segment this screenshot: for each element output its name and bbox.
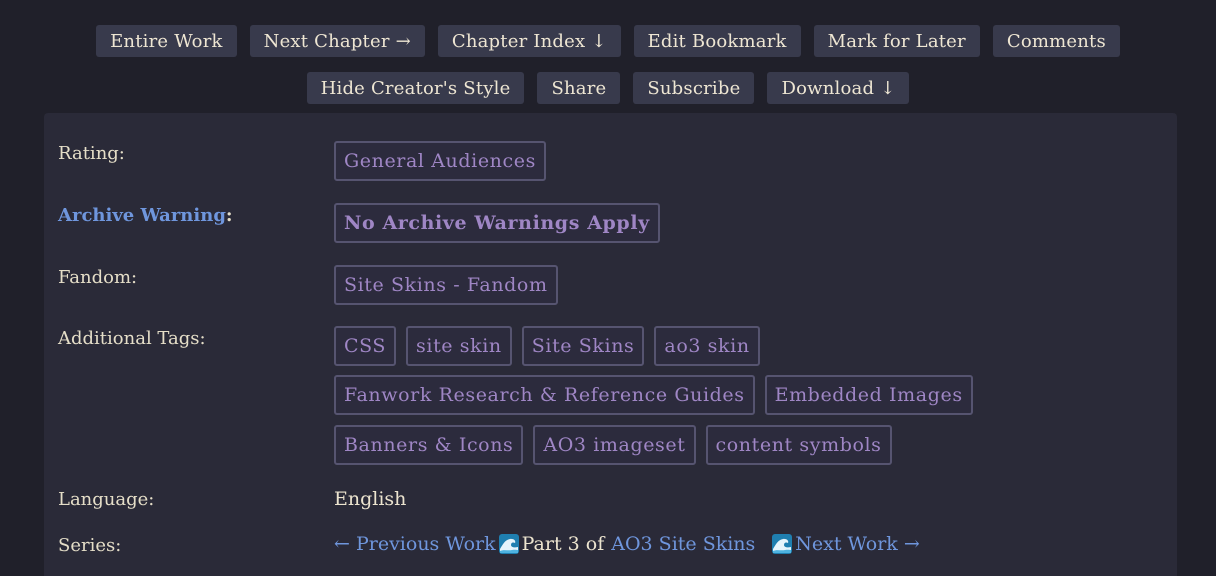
next-chapter-button[interactable]: Next Chapter →: [249, 25, 425, 57]
edit-bookmark-button[interactable]: Edit Bookmark: [633, 25, 801, 57]
chapter-index-button[interactable]: Chapter Index ↓: [437, 25, 621, 57]
previous-work-link[interactable]: ← Previous Work: [334, 533, 496, 555]
freeform-tag[interactable]: ao3 skin: [654, 326, 760, 366]
archive-warning-link[interactable]: Archive Warning: [58, 205, 226, 226]
freeform-tag[interactable]: site skin: [406, 326, 512, 366]
subscribe-button[interactable]: Subscribe: [633, 72, 755, 104]
additional-tags-row-1: CSS site skin Site Skins ao3 skin: [334, 326, 760, 366]
wave-icon: [498, 534, 519, 554]
warning-tag[interactable]: No Archive Warnings Apply: [334, 203, 660, 243]
fandom-tags: Site Skins - Fandom: [334, 265, 558, 305]
freeform-tag[interactable]: AO3 imageset: [533, 425, 696, 465]
comments-button[interactable]: Comments: [992, 25, 1120, 57]
archive-warning-colon: :: [225, 205, 233, 226]
share-button[interactable]: Share: [537, 72, 621, 104]
fandom-tag[interactable]: Site Skins - Fandom: [334, 265, 558, 305]
archive-warning-label: Archive Warning:: [58, 205, 233, 226]
freeform-tag[interactable]: Embedded Images: [764, 375, 973, 415]
rating-tags: General Audiences: [334, 141, 546, 181]
work-meta-panel: Rating: General Audiences Archive Warnin…: [44, 113, 1177, 576]
next-work-link[interactable]: Next Work →: [795, 533, 920, 555]
series-part-text: Part 3 of: [521, 533, 605, 555]
series-navigation: ← Previous Work Part 3 of AO3 Site Skins…: [334, 533, 920, 555]
rating-tag[interactable]: General Audiences: [334, 141, 546, 181]
wave-icon: [772, 534, 793, 554]
language-label: Language:: [58, 489, 155, 510]
hide-creator-style-button[interactable]: Hide Creator's Style: [306, 72, 525, 104]
freeform-tag[interactable]: Banners & Icons: [334, 425, 524, 465]
freeform-tag[interactable]: Site Skins: [521, 326, 645, 366]
warning-tags: No Archive Warnings Apply: [334, 203, 660, 243]
freeform-tag[interactable]: Fanwork Research & Reference Guides: [334, 375, 755, 415]
freeform-tag[interactable]: content symbols: [705, 425, 892, 465]
mark-for-later-button[interactable]: Mark for Later: [813, 25, 980, 57]
download-button[interactable]: Download ↓: [767, 72, 910, 104]
series-name-link[interactable]: AO3 Site Skins: [611, 533, 755, 555]
additional-tags-label: Additional Tags:: [58, 328, 206, 349]
series-label: Series:: [58, 535, 122, 556]
language-value: English: [334, 488, 407, 510]
fandom-label: Fandom:: [58, 267, 138, 288]
additional-tags-row-3: Banners & Icons AO3 imageset content sym…: [334, 425, 892, 465]
work-navigation-row-1: Entire Work Next Chapter → Chapter Index…: [0, 25, 1216, 57]
additional-tags-row-2: Fanwork Research & Reference Guides Embe…: [334, 375, 973, 415]
work-navigation-row-2: Hide Creator's Style Share Subscribe Dow…: [0, 72, 1216, 104]
freeform-tag[interactable]: CSS: [334, 326, 397, 366]
rating-label: Rating:: [58, 143, 125, 164]
entire-work-button[interactable]: Entire Work: [96, 25, 237, 57]
